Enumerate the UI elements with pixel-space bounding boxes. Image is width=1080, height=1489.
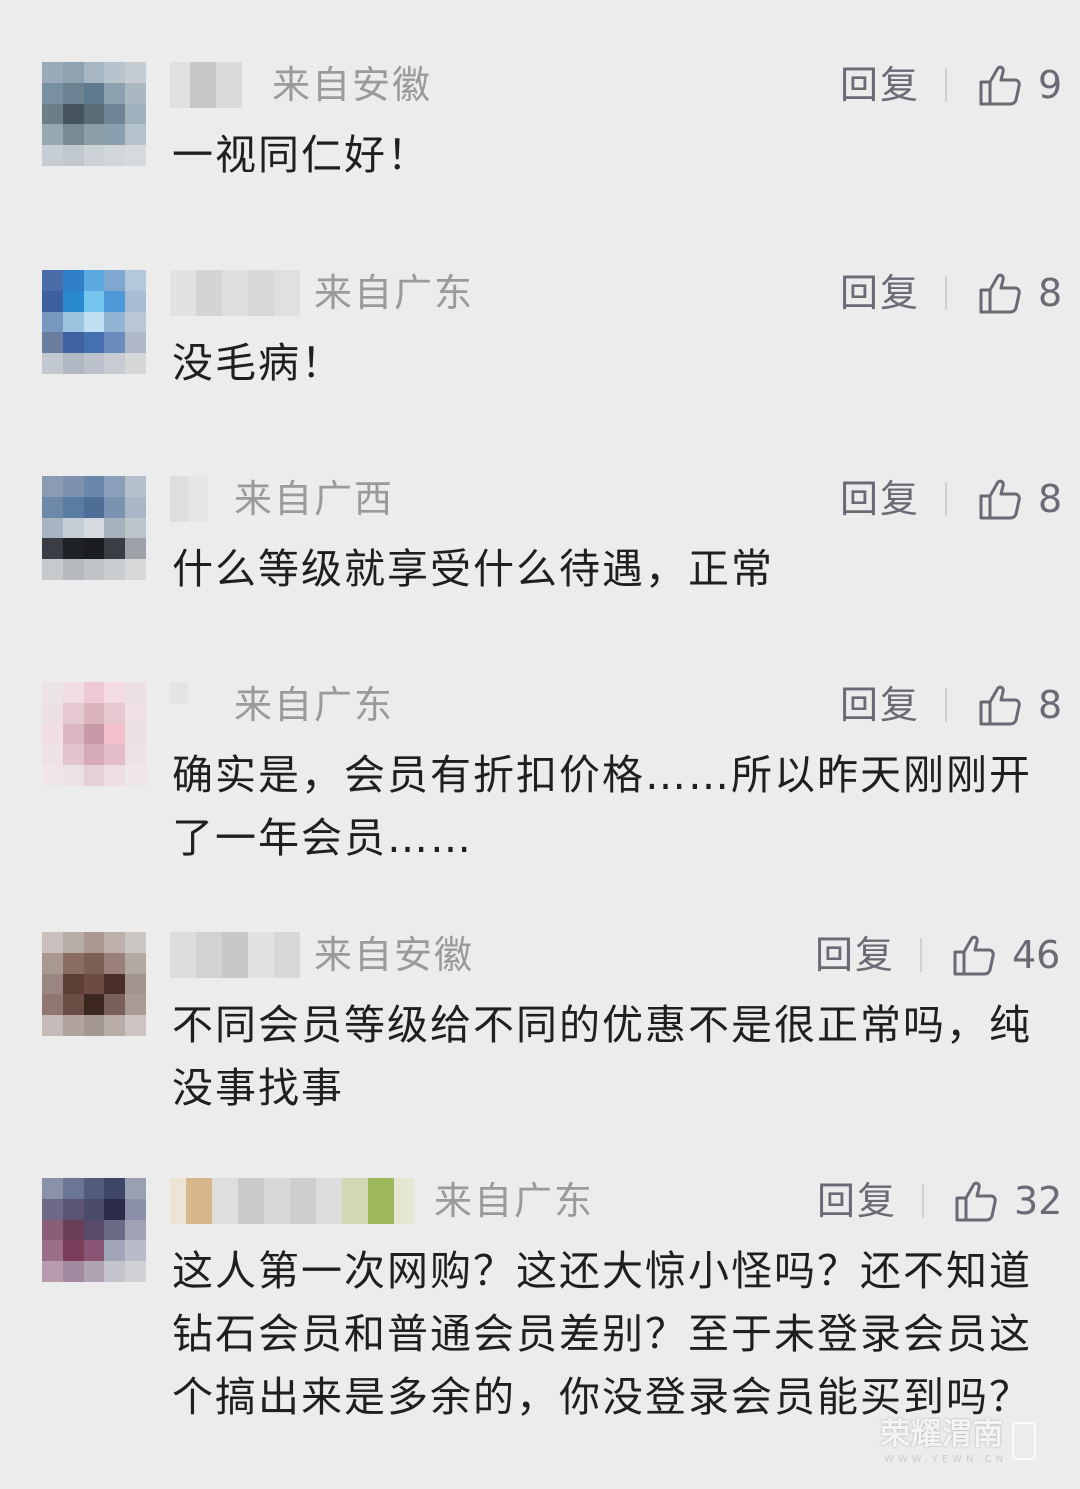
comment-text: 不同会员等级给不同的优惠不是很正常吗，纯没事找事 [172, 1001, 1032, 1112]
location-label: 来自广西 [234, 477, 395, 521]
username-blurred[interactable] [170, 62, 242, 108]
avatar[interactable] [42, 270, 146, 374]
like-count: 8 [1038, 683, 1063, 727]
reply-button[interactable]: 回复 [840, 270, 920, 316]
location-label: 来自安徽 [272, 63, 433, 107]
comment-text: 什么等级就享受什么待遇，正常 [172, 545, 774, 593]
username-blurred[interactable] [170, 932, 300, 978]
avatar[interactable] [42, 62, 146, 166]
like-count: 8 [1038, 271, 1063, 315]
watermark-logo-text: 荣耀渭南 [880, 1417, 1004, 1452]
comment-text: 没毛病！ [172, 339, 344, 387]
action-divider [945, 276, 947, 310]
like-count: 32 [1014, 1179, 1063, 1223]
avatar[interactable] [42, 932, 146, 1036]
avatar[interactable] [42, 682, 146, 786]
thumbs-up-icon [979, 273, 1021, 314]
reply-button[interactable]: 回复 [817, 1178, 897, 1224]
username-blurred[interactable] [170, 682, 188, 728]
username-blurred[interactable] [170, 270, 300, 316]
like-button[interactable]: 8 [978, 270, 1062, 316]
avatar[interactable] [42, 476, 146, 580]
watermark: 荣耀渭南 WWW.YEWN.CN [880, 1418, 1040, 1468]
like-button[interactable]: 8 [978, 682, 1062, 728]
action-divider [945, 688, 947, 722]
reply-button[interactable]: 回复 [840, 62, 920, 108]
like-button[interactable]: 9 [978, 62, 1062, 108]
username-blurred[interactable] [170, 1178, 414, 1224]
avatar[interactable] [42, 1178, 146, 1282]
like-button[interactable]: 46 [952, 932, 1060, 978]
thumbs-up-icon [979, 479, 1021, 520]
thumbs-up-icon [955, 1181, 997, 1222]
location-label: 来自安徽 [314, 933, 475, 977]
thumbs-up-icon [979, 685, 1021, 726]
location-label: 来自广东 [234, 683, 395, 727]
reply-button[interactable]: 回复 [840, 682, 920, 728]
thumbs-up-icon [953, 935, 995, 976]
comment-text: 确实是，会员有折扣价格……所以昨天刚刚开了一年会员…… [172, 751, 1032, 862]
thumbs-up-icon [979, 65, 1021, 106]
like-count: 46 [1012, 933, 1061, 977]
action-divider [922, 1184, 924, 1218]
like-button[interactable]: 32 [954, 1178, 1062, 1224]
comment-text: 这人第一次网购？这还大惊小怪吗？还不知道钻石会员和普通会员差别？至于未登录会员这… [172, 1247, 1032, 1421]
comment-text: 一视同仁好！ [172, 131, 430, 179]
location-label: 来自广东 [434, 1179, 595, 1223]
action-divider [945, 68, 947, 102]
username-blurred[interactable] [170, 476, 208, 522]
location-label: 来自广东 [314, 271, 475, 315]
action-divider [945, 482, 947, 516]
like-count: 9 [1038, 63, 1063, 107]
phone-icon [1012, 1422, 1036, 1460]
reply-button[interactable]: 回复 [815, 932, 895, 978]
action-divider [920, 938, 922, 972]
like-count: 8 [1038, 477, 1063, 521]
watermark-url: WWW.YEWN.CN [884, 1454, 1008, 1465]
reply-button[interactable]: 回复 [840, 476, 920, 522]
like-button[interactable]: 8 [978, 476, 1062, 522]
